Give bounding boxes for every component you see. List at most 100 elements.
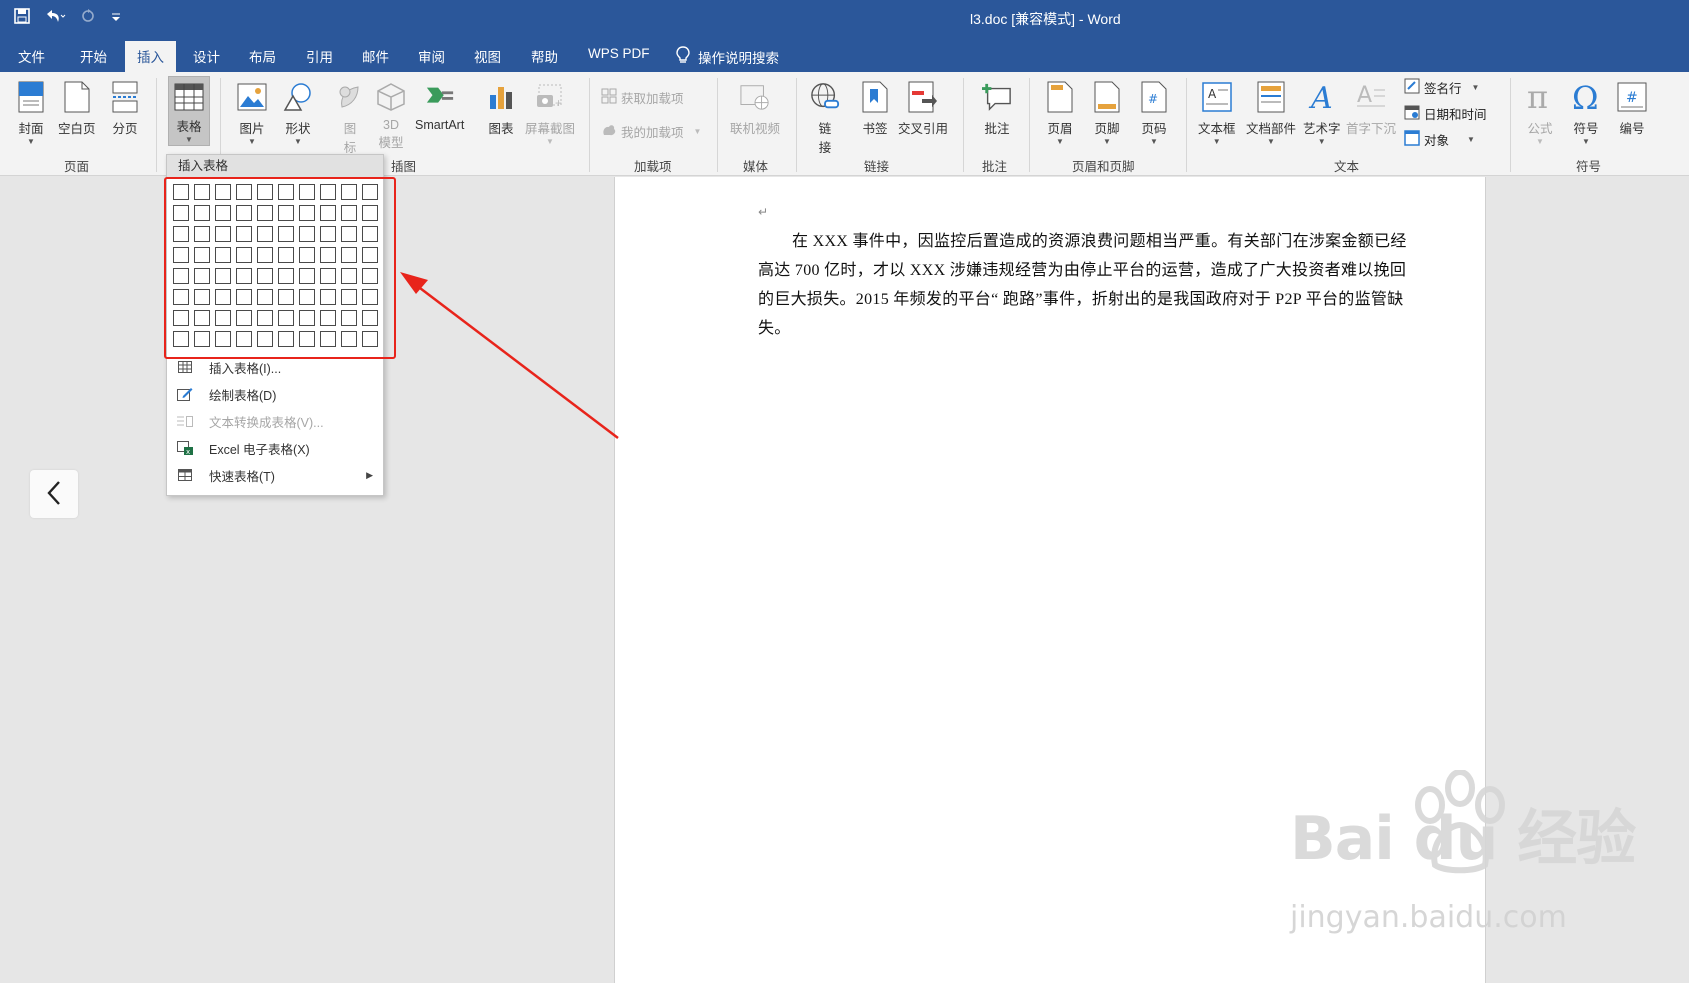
quick-parts-button[interactable]: 文档部件 ▼ — [1246, 80, 1296, 147]
table-grid-cell[interactable] — [173, 268, 189, 284]
table-grid-cell[interactable] — [215, 310, 231, 326]
equation-button[interactable]: π 公式 ▼ — [1525, 80, 1555, 147]
tab-insert[interactable]: 插入 — [125, 41, 176, 72]
table-grid-cell[interactable] — [236, 289, 252, 305]
table-grid-cell[interactable] — [320, 247, 336, 263]
link-button[interactable]: 链 接 — [810, 80, 840, 156]
table-grid-cell[interactable] — [215, 289, 231, 305]
table-grid-cell[interactable] — [341, 331, 357, 347]
table-grid-cell[interactable] — [362, 184, 378, 200]
table-grid-cell[interactable] — [236, 205, 252, 221]
table-grid-cell[interactable] — [278, 184, 294, 200]
convert-text-to-table-menu-item[interactable]: 文本转换成表格(V)... — [167, 409, 383, 433]
signature-line-button[interactable]: 签名行 ▼ — [1404, 78, 1479, 97]
table-grid-cell[interactable] — [278, 247, 294, 263]
table-grid-cell[interactable] — [362, 268, 378, 284]
table-grid-cell[interactable] — [320, 289, 336, 305]
my-addins-button[interactable]: 我的加载项 ▼ — [601, 122, 701, 141]
customize-icon[interactable] — [110, 9, 122, 29]
table-grid-cell[interactable] — [362, 310, 378, 326]
table-grid-cell[interactable] — [341, 247, 357, 263]
cover-page-button[interactable]: 封面 ▼ — [16, 80, 46, 147]
tab-design[interactable]: 设计 — [193, 46, 220, 66]
table-grid-cell[interactable] — [257, 205, 273, 221]
table-grid-cell[interactable] — [341, 289, 357, 305]
table-grid-cell[interactable] — [278, 268, 294, 284]
tab-review[interactable]: 审阅 — [418, 46, 445, 66]
tab-file[interactable]: 文件 — [18, 46, 45, 66]
drop-cap-button[interactable]: A 首字下沉 — [1346, 80, 1396, 137]
insert-table-menu-item[interactable]: 插入表格(I)... — [167, 355, 383, 379]
table-grid-cell[interactable] — [278, 226, 294, 242]
page-number-button[interactable]: # 页码 ▼ — [1139, 80, 1169, 147]
table-grid-cell[interactable] — [257, 268, 273, 284]
get-addins-button[interactable]: 获取加载项 — [601, 88, 684, 107]
bookmark-button[interactable]: 书签 — [860, 80, 890, 137]
table-grid-cell[interactable] — [320, 226, 336, 242]
table-grid-cell[interactable] — [257, 310, 273, 326]
table-grid-cell[interactable] — [362, 226, 378, 242]
table-grid-cell[interactable] — [299, 268, 315, 284]
blank-page-button[interactable]: 空白页 — [58, 80, 96, 137]
object-button[interactable]: 对象 ▼ — [1404, 130, 1475, 149]
cross-reference-button[interactable]: 交叉引用 — [898, 80, 948, 137]
table-grid-cell[interactable] — [194, 268, 210, 284]
table-grid-cell[interactable] — [173, 226, 189, 242]
pictures-button[interactable]: 图片 ▼ — [237, 80, 267, 147]
footer-button[interactable]: 页脚 ▼ — [1092, 80, 1122, 147]
table-grid-cell[interactable] — [320, 331, 336, 347]
draw-table-menu-item[interactable]: 绘制表格(D) — [167, 382, 383, 406]
tab-view[interactable]: 视图 — [474, 46, 501, 66]
table-grid-cell[interactable] — [341, 310, 357, 326]
table-grid-cell[interactable] — [215, 247, 231, 263]
table-grid-cell[interactable] — [236, 184, 252, 200]
table-grid-cell[interactable] — [173, 205, 189, 221]
tab-mailings[interactable]: 邮件 — [362, 46, 389, 66]
table-grid-cell[interactable] — [299, 184, 315, 200]
table-grid-cell[interactable] — [215, 268, 231, 284]
chart-button[interactable]: 图表 — [486, 80, 516, 137]
table-grid-cell[interactable] — [299, 226, 315, 242]
table-grid-cell[interactable] — [236, 331, 252, 347]
table-grid-cell[interactable] — [236, 247, 252, 263]
wordart-button[interactable]: A 艺术字 ▼ — [1303, 80, 1341, 147]
table-grid-cell[interactable] — [257, 247, 273, 263]
table-size-grid[interactable] — [173, 184, 378, 347]
table-grid-cell[interactable] — [194, 310, 210, 326]
smartart-button[interactable]: SmartArt — [415, 80, 464, 132]
table-grid-cell[interactable] — [194, 184, 210, 200]
table-grid-cell[interactable] — [215, 226, 231, 242]
tab-help[interactable]: 帮助 — [531, 46, 558, 66]
table-grid-cell[interactable] — [194, 247, 210, 263]
table-grid-cell[interactable] — [173, 289, 189, 305]
table-grid-cell[interactable] — [362, 205, 378, 221]
redo-icon[interactable] — [80, 8, 96, 30]
table-grid-cell[interactable] — [341, 205, 357, 221]
tab-home[interactable]: 开始 — [80, 46, 107, 66]
table-grid-cell[interactable] — [257, 184, 273, 200]
table-grid-cell[interactable] — [341, 226, 357, 242]
table-grid-cell[interactable] — [299, 289, 315, 305]
document-paragraph[interactable]: 在 XXX 事件中，因监控后置造成的资源浪费问题相当严重。有关部门在涉案金额已经… — [758, 227, 1408, 343]
text-box-button[interactable]: A 文本框 ▼ — [1198, 80, 1236, 147]
tell-me-search[interactable]: 操作说明搜索 — [676, 46, 779, 67]
table-grid-cell[interactable] — [320, 205, 336, 221]
table-grid-cell[interactable] — [320, 184, 336, 200]
header-button[interactable]: 页眉 ▼ — [1045, 80, 1075, 147]
3d-models-button[interactable]: 3D 模型 — [376, 80, 406, 151]
table-grid-cell[interactable] — [194, 205, 210, 221]
shapes-button[interactable]: 形状 ▼ — [283, 80, 313, 147]
table-grid-cell[interactable] — [320, 310, 336, 326]
save-icon[interactable] — [14, 8, 30, 30]
tab-wps-pdf[interactable]: WPS PDF — [588, 46, 650, 61]
excel-spreadsheet-menu-item[interactable]: x Excel 电子表格(X) — [167, 436, 383, 460]
numbering-button[interactable]: # 编号 — [1617, 80, 1647, 137]
table-grid-cell[interactable] — [194, 289, 210, 305]
table-grid-cell[interactable] — [299, 247, 315, 263]
table-grid-cell[interactable] — [362, 331, 378, 347]
table-grid-cell[interactable] — [299, 205, 315, 221]
table-grid-cell[interactable] — [320, 268, 336, 284]
screenshot-button[interactable]: + 屏幕截图 ▼ — [525, 80, 575, 147]
page-break-button[interactable]: 分页 — [110, 80, 140, 137]
table-grid-cell[interactable] — [215, 205, 231, 221]
